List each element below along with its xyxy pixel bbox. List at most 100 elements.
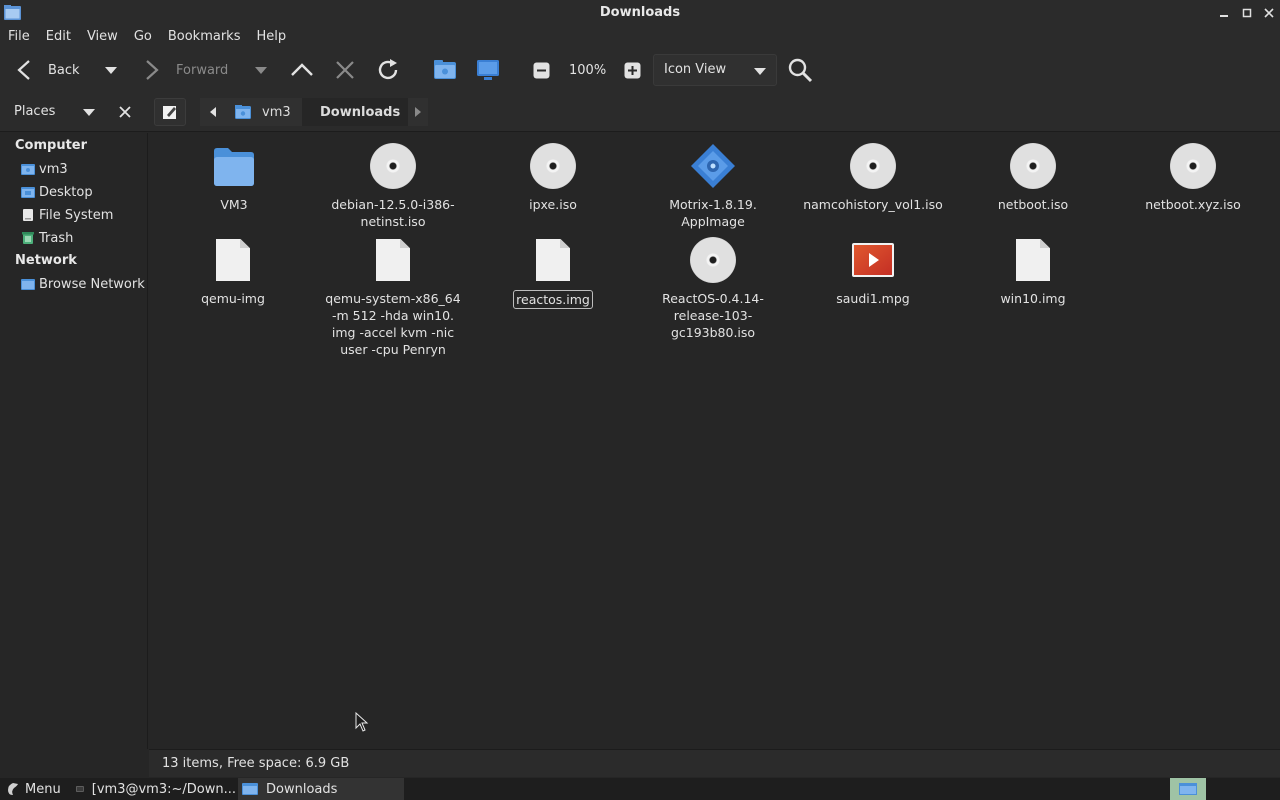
computer-button[interactable] bbox=[476, 58, 500, 82]
home-folder-icon bbox=[434, 60, 456, 79]
menu-help[interactable]: Help bbox=[248, 26, 294, 48]
status-text: 13 items, Free space: 6.9 GB bbox=[162, 756, 350, 771]
back-history-dropdown[interactable] bbox=[104, 58, 118, 82]
triangle-right-icon bbox=[415, 107, 421, 117]
file-item-netboot-iso[interactable]: netboot.iso bbox=[958, 142, 1108, 213]
view-mode-value: Icon View bbox=[664, 62, 727, 77]
caret-down-icon[interactable] bbox=[82, 107, 96, 117]
file-name-selected: reactos.img bbox=[513, 290, 593, 309]
file-icon-view: VM3 debian-12.5.0-i386- netinst.iso ipxe.… bbox=[149, 133, 1280, 749]
sidebar-heading-network: Network bbox=[15, 253, 77, 268]
breadcrumb-vm3[interactable]: vm3 bbox=[226, 98, 302, 126]
task-terminal[interactable]: [vm3@vm3:~/Down... bbox=[74, 778, 236, 800]
document-icon bbox=[369, 236, 417, 284]
sidebar-item-desktop[interactable]: Desktop bbox=[21, 182, 93, 202]
file-name: qemu-img bbox=[201, 291, 265, 306]
forward-history-dropdown[interactable] bbox=[254, 58, 268, 82]
maximize-button[interactable] bbox=[1238, 4, 1256, 22]
home-button[interactable] bbox=[433, 58, 457, 82]
breadcrumb-downloads[interactable]: Downloads bbox=[302, 98, 408, 126]
title-bar: Downloads bbox=[0, 0, 1280, 26]
optical-disc-icon bbox=[529, 142, 577, 190]
view-mode-select[interactable]: Icon View bbox=[653, 54, 777, 86]
home-folder-icon bbox=[21, 164, 35, 175]
edit-path-icon bbox=[163, 106, 176, 119]
sidebar-item-browse-network[interactable]: Browse Network bbox=[21, 274, 145, 294]
menu-view[interactable]: View bbox=[79, 26, 126, 48]
toggle-location-entry-button[interactable] bbox=[154, 98, 186, 126]
forward-button[interactable]: Forward bbox=[142, 58, 228, 82]
places-sidebar: Computer vm3 Desktop File System Trash N… bbox=[0, 133, 148, 749]
search-button[interactable] bbox=[787, 58, 813, 83]
appimage-icon bbox=[689, 142, 737, 190]
breadcrumb-label: Downloads bbox=[320, 104, 401, 120]
file-name: qemu-system-x86_64 -m 512 -hda win10. im… bbox=[325, 291, 461, 357]
file-item-debian-iso[interactable]: debian-12.5.0-i386- netinst.iso bbox=[318, 142, 468, 230]
up-button[interactable] bbox=[290, 58, 314, 82]
file-item-netboot-xyz-iso[interactable]: netboot.xyz.iso bbox=[1118, 142, 1268, 213]
triangle-left-icon bbox=[210, 107, 216, 117]
reload-button[interactable] bbox=[376, 58, 402, 82]
menu-bar: File Edit View Go Bookmarks Help bbox=[0, 26, 1280, 48]
caret-down-icon bbox=[754, 68, 766, 75]
file-item-qemu-img[interactable]: qemu-img bbox=[158, 236, 308, 307]
file-item-saudi1-mpg[interactable]: saudi1.mpg bbox=[798, 236, 948, 307]
caret-down-icon bbox=[105, 67, 117, 74]
zoom-in-button[interactable] bbox=[624, 58, 641, 82]
file-item-win10-img[interactable]: win10.img bbox=[958, 236, 1108, 307]
menu-file[interactable]: File bbox=[0, 26, 38, 48]
file-item-qemu-system-command[interactable]: qemu-system-x86_64 -m 512 -hda win10. im… bbox=[318, 236, 468, 358]
zoom-out-button[interactable] bbox=[533, 58, 550, 82]
file-item-motrix-appimage[interactable]: Motrix-1.8.19. AppImage bbox=[638, 142, 788, 230]
zoom-in-plus-icon bbox=[624, 62, 641, 78]
toolbar: Back Forward 100% bbox=[0, 48, 1280, 92]
minimize-button[interactable] bbox=[1215, 4, 1233, 22]
back-button[interactable]: Back bbox=[14, 58, 80, 82]
folder-icon bbox=[242, 783, 258, 795]
task-downloads[interactable]: Downloads bbox=[238, 778, 404, 800]
menu-edit[interactable]: Edit bbox=[38, 26, 79, 48]
network-folder-icon bbox=[21, 279, 35, 290]
close-icon bbox=[1264, 8, 1274, 18]
mouse-pointer-icon bbox=[355, 712, 369, 732]
breadcrumb-scroll-left[interactable] bbox=[200, 98, 226, 126]
sidebar-item-file-system[interactable]: File System bbox=[21, 205, 113, 225]
file-name: debian-12.5.0-i386- netinst.iso bbox=[331, 197, 455, 229]
document-icon bbox=[1009, 236, 1057, 284]
close-side-pane-icon[interactable] bbox=[119, 106, 131, 118]
file-item-namcohistory-iso[interactable]: namcohistory_vol1.iso bbox=[798, 142, 948, 213]
maximize-icon bbox=[1242, 8, 1252, 18]
terminal-icon bbox=[76, 786, 84, 792]
start-menu-button[interactable]: Menu bbox=[2, 778, 65, 800]
window-preview-icon bbox=[1179, 783, 1197, 795]
side-pane-selector[interactable]: Places bbox=[14, 104, 55, 119]
zoom-level: 100% bbox=[569, 62, 607, 78]
sidebar-item-trash[interactable]: Trash bbox=[21, 228, 73, 248]
sidebar-item-label: vm3 bbox=[39, 161, 68, 177]
stop-button[interactable] bbox=[334, 58, 356, 82]
menu-bookmarks[interactable]: Bookmarks bbox=[160, 26, 249, 48]
document-icon bbox=[529, 236, 577, 284]
stop-x-icon bbox=[336, 61, 354, 79]
video-file-icon bbox=[849, 236, 897, 284]
taskbar: Menu [vm3@vm3:~/Down... Downloads bbox=[0, 778, 1280, 800]
file-item-ipxe-iso[interactable]: ipxe.iso bbox=[478, 142, 628, 213]
close-button[interactable] bbox=[1260, 4, 1278, 22]
workspace-switcher[interactable] bbox=[1170, 778, 1206, 800]
reload-icon bbox=[378, 59, 398, 80]
window-title: Downloads bbox=[599, 5, 681, 20]
optical-disc-icon bbox=[689, 236, 737, 284]
arrow-up-icon bbox=[291, 63, 313, 76]
sidebar-item-vm3[interactable]: vm3 bbox=[21, 159, 68, 179]
location-row: Places vm3 Downloads bbox=[0, 92, 1280, 132]
folder-icon bbox=[210, 142, 258, 190]
breadcrumb-scroll-right[interactable] bbox=[408, 98, 428, 126]
file-item-reactos-img[interactable]: reactos.img bbox=[478, 236, 628, 309]
minimize-icon bbox=[1220, 15, 1228, 17]
optical-disc-icon bbox=[369, 142, 417, 190]
file-item-vm3[interactable]: VM3 bbox=[159, 142, 309, 213]
menu-go[interactable]: Go bbox=[126, 26, 160, 48]
sidebar-item-label: Trash bbox=[39, 230, 74, 246]
back-label: Back bbox=[48, 62, 80, 78]
file-item-reactos-iso[interactable]: ReactOS-0.4.14- release-103- gc193b80.is… bbox=[638, 236, 788, 341]
